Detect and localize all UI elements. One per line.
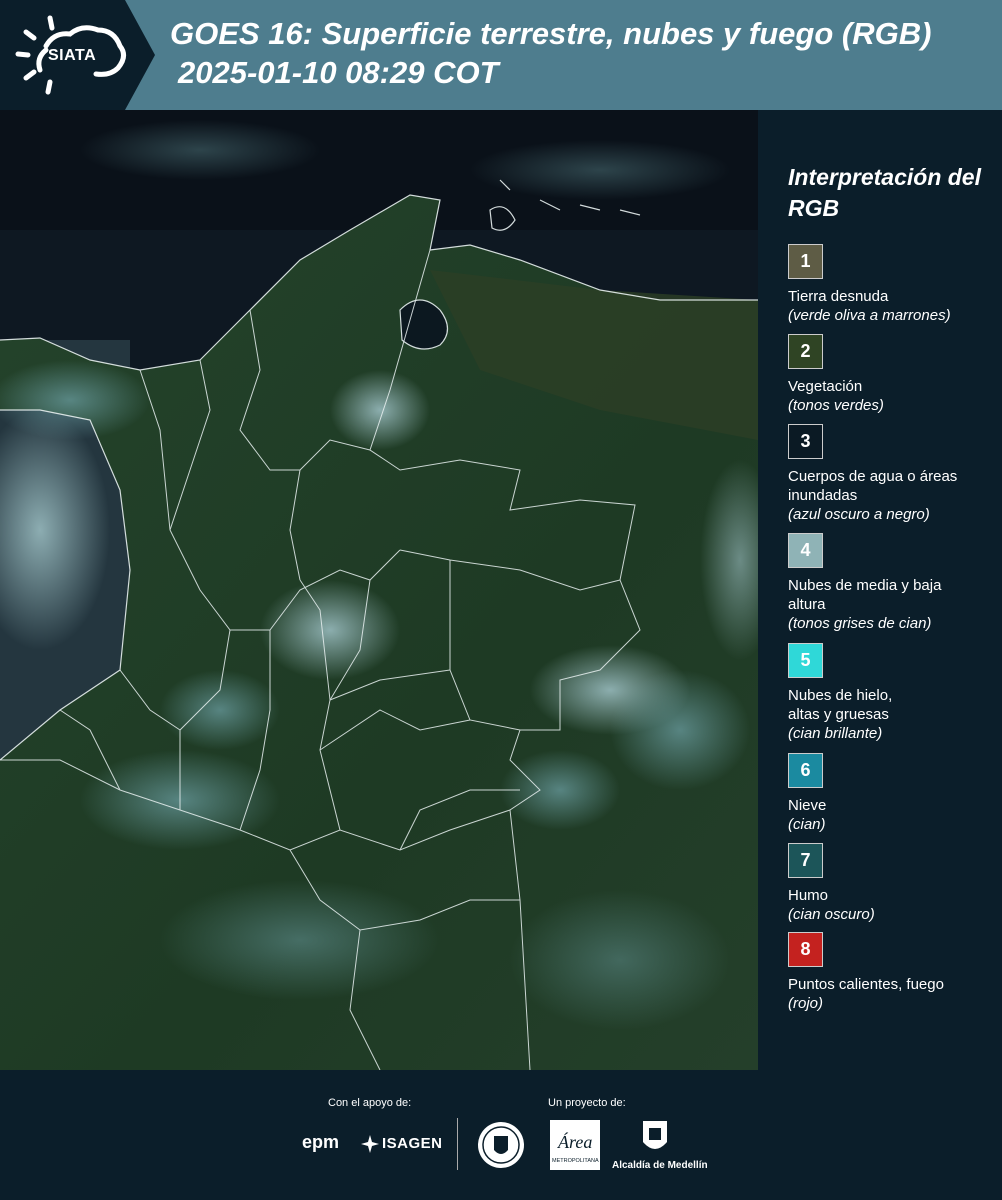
timestamp: 2025-01-10 08:29 COT	[178, 55, 499, 90]
legend-swatch: 5	[788, 643, 823, 678]
project-label: Un proyecto de:	[548, 1097, 626, 1109]
legend-item-smoke: 7 Humo (cian oscuro)	[788, 843, 998, 924]
support-label: Con el apoyo de:	[328, 1097, 412, 1109]
legend-label: Tierra desnuda	[788, 288, 889, 305]
satellite-map[interactable]	[0, 110, 758, 1070]
isagen-logo: ISAGEN	[382, 1135, 443, 1152]
header-bar: SIATA GOES 16: Superficie terrestre, nub…	[0, 0, 1002, 110]
legend-sub: (cian oscuro)	[788, 906, 875, 923]
university-seal-icon	[478, 1122, 524, 1168]
area-metropolitana-logo: Área METROPOLITANA	[550, 1120, 600, 1170]
legend-item-snow: 6 Nieve (cian)	[788, 753, 998, 834]
legend-label: Nubes de media y baja altura	[788, 577, 942, 613]
medellin-coat-of-arms-icon	[643, 1121, 667, 1149]
legend-item-hotspots: 8 Puntos calientes, fuego (rojo)	[788, 932, 998, 1013]
legend-sub: (tonos verdes)	[788, 397, 884, 414]
legend-sub: (tonos grises de cian)	[788, 615, 932, 632]
legend-label: Cuerpos de agua o áreas inundadas	[788, 468, 958, 504]
legend-item-mid-low-clouds: 4 Nubes de media y baja altura (tonos gr…	[788, 533, 998, 633]
legend-panel: Interpretación del RGB 1 Tierra desnuda …	[760, 110, 1002, 1070]
page-title: GOES 16: Superficie terrestre, nubes y f…	[170, 16, 932, 51]
epm-logo: epm	[302, 1132, 340, 1152]
alcaldia-label: Alcaldía de Medellín	[612, 1160, 708, 1171]
legend-sub: (cian brillante)	[788, 725, 883, 742]
legend-item-ice-clouds: 5 Nubes de hielo, altas y gruesas (cian …	[788, 643, 998, 743]
footer: Con el apoyo de: Un proyecto de: epm ISA…	[0, 1070, 1002, 1200]
legend-swatch: 8	[788, 932, 823, 967]
legend-swatch: 3	[788, 424, 823, 459]
legend-swatch: 7	[788, 843, 823, 878]
footer-divider	[457, 1118, 458, 1170]
legend-swatch: 2	[788, 334, 823, 369]
legend-swatch: 6	[788, 753, 823, 788]
siata-logo-text: SIATA	[48, 47, 97, 64]
legend-sub: (verde oliva a marrones)	[788, 307, 951, 324]
legend-item-water: 3 Cuerpos de agua o áreas inundadas (azu…	[788, 424, 998, 524]
legend-item-vegetation: 2 Vegetación (tonos verdes)	[788, 334, 998, 415]
legend-swatch: 1	[788, 244, 823, 279]
legend-title: Interpretación del RGB	[788, 164, 981, 221]
legend-sub: (azul oscuro a negro)	[788, 506, 930, 523]
legend-item-bare-ground: 1 Tierra desnuda (verde oliva a marrones…	[788, 244, 998, 325]
legend-sub: (cian)	[788, 816, 826, 833]
legend-label: Nieve	[788, 797, 827, 814]
legend-label: Puntos calientes, fuego	[788, 976, 944, 993]
svg-text:Área: Área	[557, 1131, 592, 1152]
satellite-image	[0, 110, 758, 1070]
legend-swatch: 4	[788, 533, 823, 568]
legend-label: Vegetación	[788, 378, 863, 395]
legend-label: Nubes de hielo, altas y gruesas	[788, 687, 893, 723]
legend-label: Humo	[788, 887, 829, 904]
legend-sub: (rojo)	[788, 995, 824, 1012]
svg-text:METROPOLITANA: METROPOLITANA	[552, 1158, 599, 1164]
isagen-star-icon	[361, 1135, 379, 1153]
